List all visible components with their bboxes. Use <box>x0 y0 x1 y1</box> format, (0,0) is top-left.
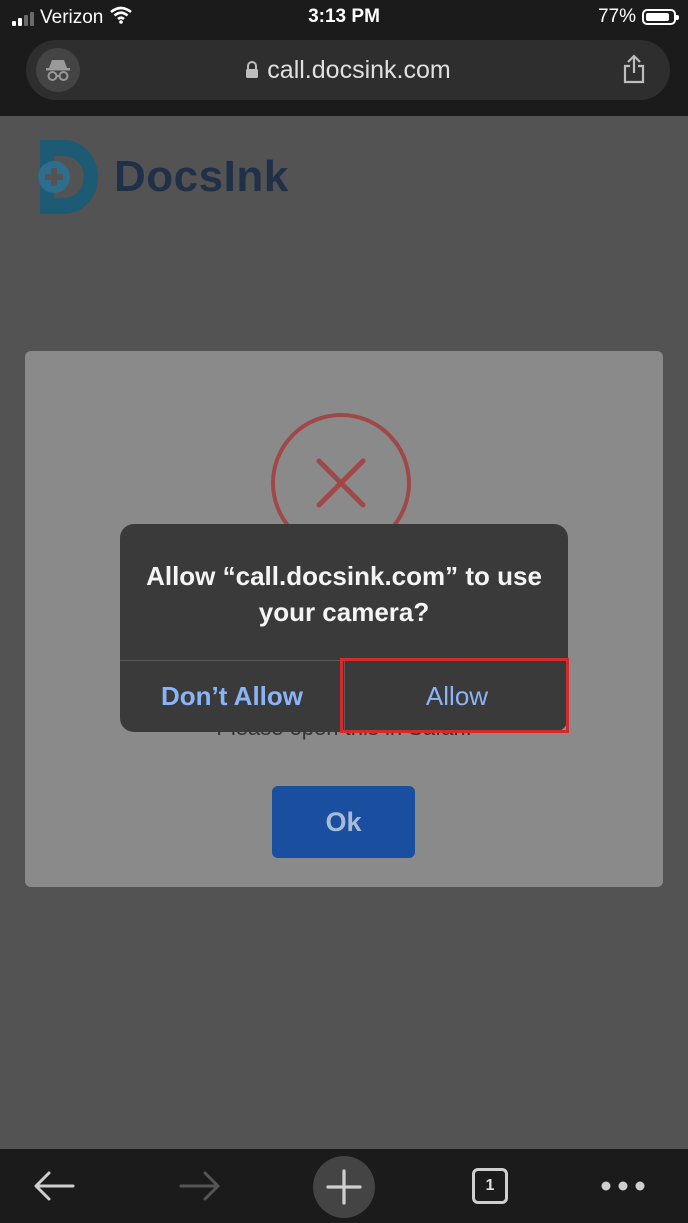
dialog-title: Allow “call.docsink.com” to use your cam… <box>146 561 542 627</box>
tab-count: 1 <box>472 1168 508 1204</box>
address-bar[interactable]: call.docsink.com <box>26 40 670 100</box>
back-icon[interactable] <box>28 1149 80 1223</box>
browser-header: call.docsink.com <box>0 36 688 116</box>
forward-icon[interactable] <box>174 1149 226 1223</box>
status-bar: Verizon 3:13 PM 77% <box>0 0 688 36</box>
new-tab-icon[interactable] <box>313 1156 375 1218</box>
battery-icon <box>642 9 679 25</box>
bottom-toolbar: 1 <box>0 1149 688 1223</box>
url-text: call.docsink.com <box>267 56 451 84</box>
allow-highlight-box <box>340 658 569 733</box>
ok-button[interactable]: Ok <box>272 786 415 858</box>
logo-text: DocsInk <box>114 152 289 201</box>
tab-switcher-button[interactable]: 1 <box>468 1149 512 1223</box>
battery-percent: 77% <box>597 6 636 27</box>
lock-icon <box>245 57 259 86</box>
docsink-logo-icon <box>38 140 98 214</box>
dont-allow-button[interactable]: Don’t Allow <box>120 661 344 732</box>
docsink-logo: DocsInk <box>26 136 289 218</box>
share-icon[interactable] <box>622 54 646 89</box>
clock: 3:13 PM <box>308 6 380 27</box>
more-options-icon[interactable] <box>598 1149 648 1223</box>
